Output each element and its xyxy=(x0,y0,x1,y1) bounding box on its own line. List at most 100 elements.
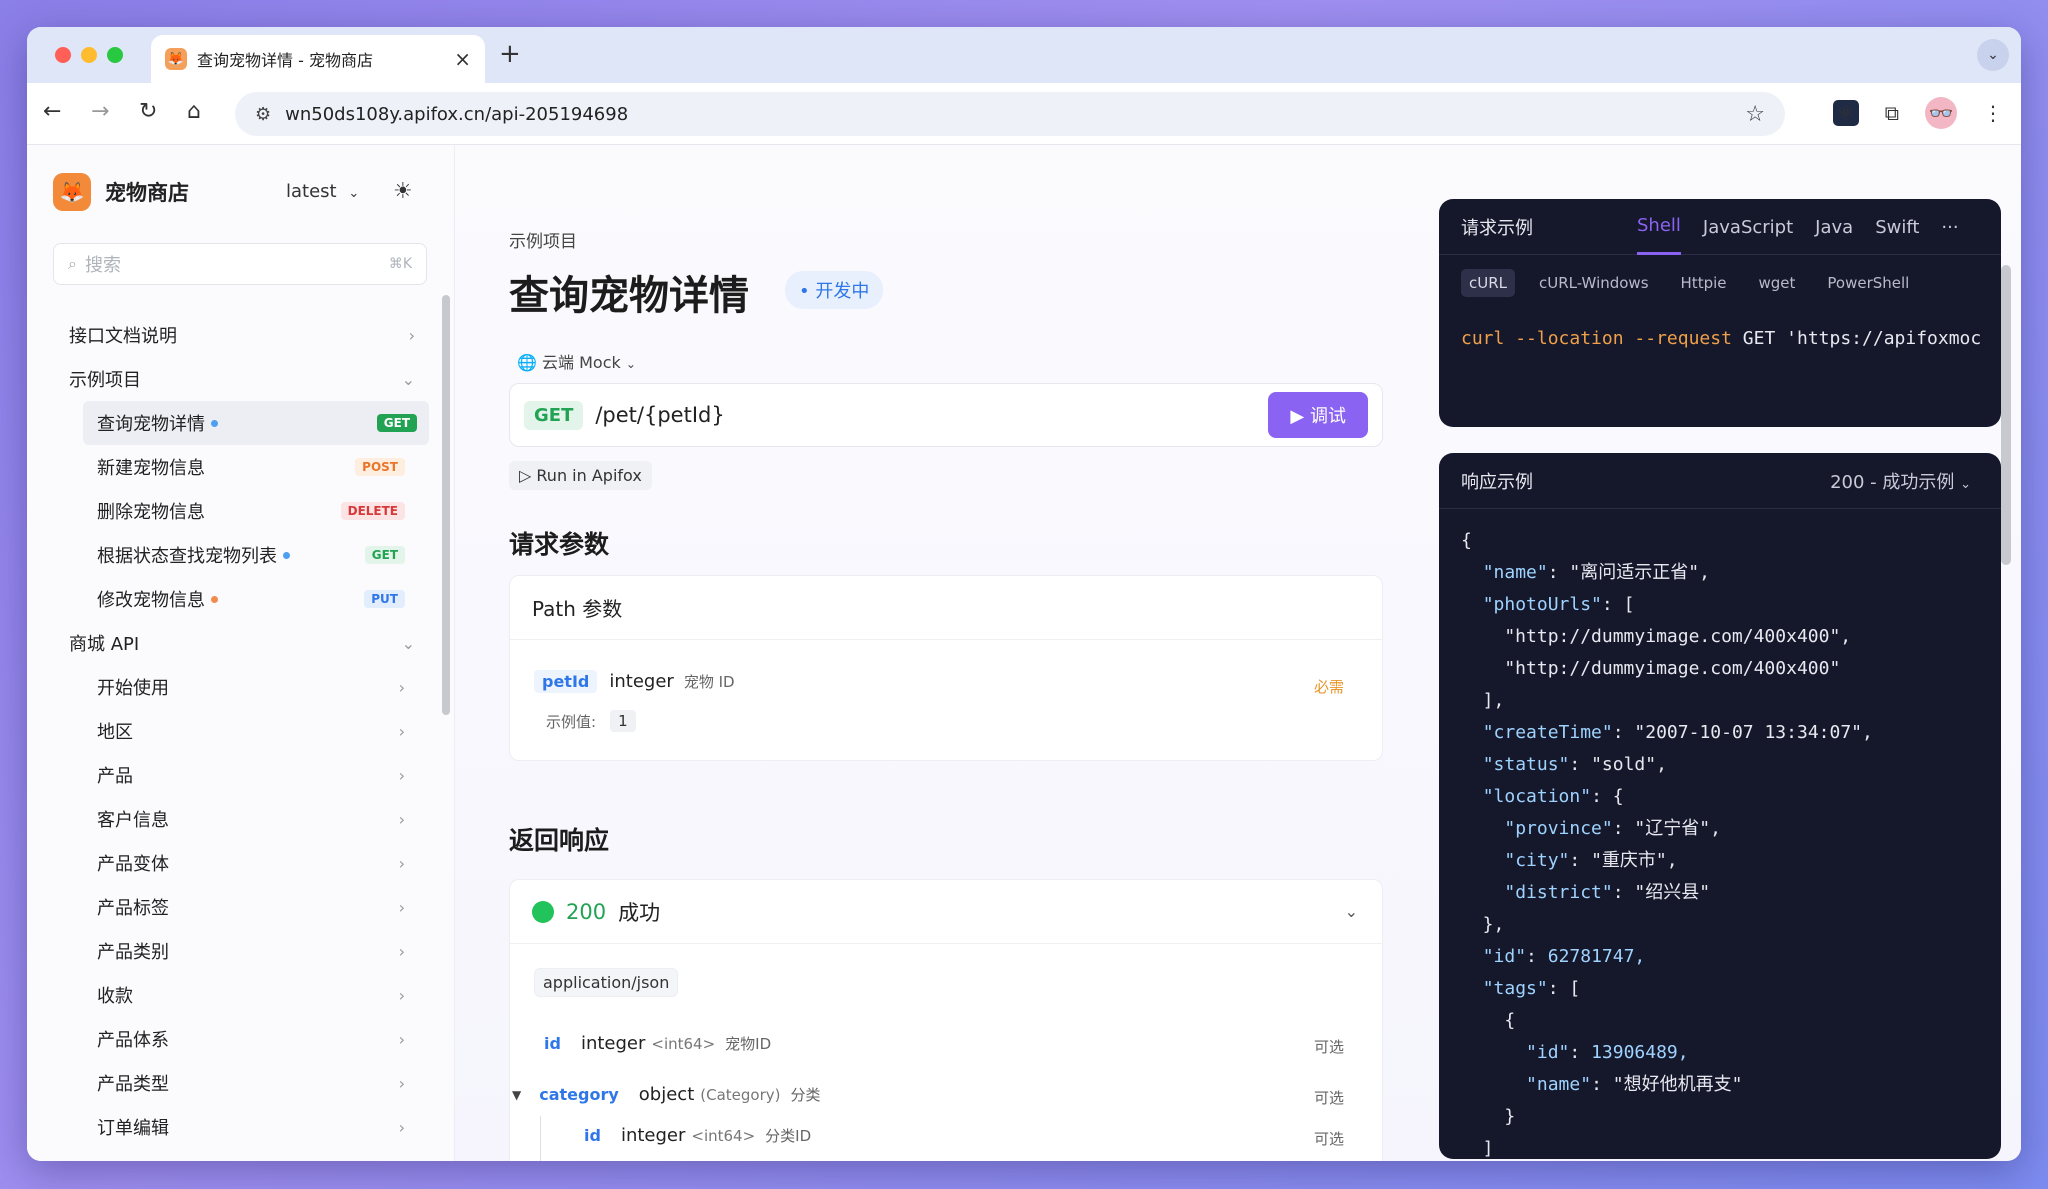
sidebar-item[interactable]: 产品类别 › xyxy=(27,929,455,973)
chevron-right-icon: › xyxy=(398,1117,405,1137)
subtab-wget[interactable]: wget xyxy=(1751,269,1804,297)
tab-shell[interactable]: Shell xyxy=(1637,199,1681,255)
path-params-heading: Path 参数 xyxy=(510,576,1382,640)
puzzle-icon[interactable]: ⧉ xyxy=(1885,101,1899,125)
minimize-window-button[interactable] xyxy=(81,47,97,63)
sidebar-item[interactable]: 收款 › xyxy=(27,973,455,1017)
page-scrollbar[interactable] xyxy=(2001,265,2011,565)
sidebar-item[interactable]: 示例项目 ⌄ xyxy=(27,357,455,401)
subtab-curl[interactable]: cURL xyxy=(1461,269,1516,297)
request-code[interactable]: curl --location --request GET 'https://a… xyxy=(1439,297,2001,355)
json-line: "city": "重庆市", xyxy=(1504,850,1678,871)
star-icon[interactable]: ☆ xyxy=(1745,102,1765,127)
field-row: ▼ category object (Category) 分类 xyxy=(512,1083,821,1106)
example-selector-label: 200 - 成功示例 xyxy=(1830,471,1955,493)
language-tabs: Shell JavaScript Java Swift ··· xyxy=(1637,199,1959,255)
subtab-httpie[interactable]: Httpie xyxy=(1673,269,1735,297)
response-status-header[interactable]: 200 成功 ⌄ xyxy=(510,880,1382,944)
browser-tab[interactable]: 🦊 查询宠物详情 - 宠物商店 × xyxy=(151,35,485,83)
sidebar-item[interactable]: 开始使用 › xyxy=(27,665,455,709)
field-name[interactable]: category xyxy=(531,1083,627,1106)
search-shortcut: ⌘K xyxy=(388,256,412,272)
chevron-down-icon[interactable]: ⌄ xyxy=(1345,902,1358,921)
browser-toolbar: ← → ↻ ⌂ ⚙ wn50ds108y.apifox.cn/api-20519… xyxy=(27,83,2021,145)
sidebar-item-label: 产品 xyxy=(97,766,133,787)
json-line: "tags": [ xyxy=(1482,978,1581,999)
debug-button[interactable]: ▶ 调试 xyxy=(1268,392,1368,438)
status-badge[interactable]: • 开发中 xyxy=(785,271,884,309)
forward-arrow-icon[interactable]: → xyxy=(91,99,109,124)
search-input[interactable]: ⌕ 搜索 ⌘K xyxy=(53,243,427,285)
sidebar-item[interactable]: 商城 API ⌄ xyxy=(27,621,455,665)
json-line: } xyxy=(1461,1106,1516,1127)
address-bar[interactable]: ⚙ wn50ds108y.apifox.cn/api-205194698 ☆ xyxy=(235,92,1785,136)
sidebar-item[interactable]: 修改宠物信息 PUT xyxy=(27,577,455,621)
zoom-window-button[interactable] xyxy=(107,47,123,63)
sidebar-item[interactable]: 产品标签 › xyxy=(27,885,455,929)
sidebar-item[interactable]: 接口文档说明 › xyxy=(27,313,455,357)
sidebar-item[interactable]: 删除宠物信息 DELETE xyxy=(27,489,455,533)
chevron-down-icon[interactable]: ⌄ xyxy=(1977,39,2009,71)
tab-javascript[interactable]: JavaScript xyxy=(1703,199,1793,255)
more-horizontal-icon[interactable]: ··· xyxy=(1941,199,1958,255)
param-required: 必需 xyxy=(1313,678,1344,696)
sidebar-item-label: 产品标签 xyxy=(97,898,169,919)
tab-bar: 🦊 查询宠物详情 - 宠物商店 × + ⌄ xyxy=(27,27,2021,83)
endpoint-bar: GET /pet/{petId} ▶ 调试 xyxy=(509,383,1383,447)
sidebar-item[interactable]: 产品类型 › xyxy=(27,1061,455,1105)
sidebar-item[interactable]: 根据状态查找宠物列表 GET xyxy=(27,533,455,577)
run-in-apifox-button[interactable]: ▷ Run in Apifox xyxy=(509,461,652,490)
json-line: ], xyxy=(1461,690,1505,711)
version-select[interactable]: latest ⌄ xyxy=(286,181,359,202)
tab-java[interactable]: Java xyxy=(1815,199,1853,255)
reload-icon[interactable]: ↻ xyxy=(139,99,157,124)
sidebar-item[interactable]: 产品体系 › xyxy=(27,1017,455,1061)
chevron-right-icon: › xyxy=(398,1073,405,1093)
sidebar-item-label: 产品体系 xyxy=(97,1030,169,1051)
sidebar-item[interactable]: 查询宠物详情 GET xyxy=(83,401,429,445)
example-selector[interactable]: 200 - 成功示例 ⌄ xyxy=(1830,468,1971,494)
tab-swift[interactable]: Swift xyxy=(1875,199,1919,255)
site-settings-icon[interactable]: ⚙ xyxy=(255,104,271,125)
json-line: "photoUrls": [ xyxy=(1482,594,1635,615)
field-name[interactable]: id xyxy=(536,1032,569,1055)
sidebar-item[interactable]: 客户信息 › xyxy=(27,797,455,841)
sidebar-item[interactable]: 产品变体 › xyxy=(27,841,455,885)
caret-down-icon[interactable]: ▼ xyxy=(512,1088,521,1102)
new-tab-button[interactable]: + xyxy=(499,39,521,69)
param-example: 示例值: 1 xyxy=(546,710,636,732)
env-selector[interactable]: 🌐 云端 Mock ⌄ xyxy=(517,349,636,373)
json-line: "district": "绍兴县" xyxy=(1504,882,1711,903)
globe-icon: 🌐 xyxy=(517,353,537,372)
more-vertical-icon[interactable]: ⋮ xyxy=(1983,101,2003,125)
subtab-curl-windows[interactable]: cURL-Windows xyxy=(1531,269,1657,297)
subtab-powershell[interactable]: PowerShell xyxy=(1819,269,1917,297)
sidebar-item[interactable]: 新建宠物信息 POST xyxy=(27,445,455,489)
chevron-right-icon: › xyxy=(398,985,405,1005)
json-line: "createTime": "2007-10-07 13:34:07", xyxy=(1482,722,1873,743)
sidebar-item[interactable]: 订单编辑 › xyxy=(27,1105,455,1149)
examples-column: 请求示例 Shell JavaScript Java Swift ··· cURL cUR… xyxy=(1439,145,2021,1161)
client-subtabs: cURL cURL-Windows Httpie wget PowerShell xyxy=(1439,255,2001,297)
version-label: latest xyxy=(286,181,337,202)
brand[interactable]: 🦊 宠物商店 xyxy=(53,173,189,211)
breadcrumb[interactable]: 示例项目 xyxy=(509,227,577,252)
field-name[interactable]: id xyxy=(576,1124,609,1147)
param-name[interactable]: petId xyxy=(534,670,598,693)
close-window-button[interactable] xyxy=(55,47,71,63)
response-json[interactable]: { "name": "离问适示正省", "photoUrls": [ "http… xyxy=(1439,509,2001,1159)
home-icon[interactable]: ⌂ xyxy=(187,99,201,124)
fox-logo-icon: 🦊 xyxy=(53,173,91,211)
theme-toggle-sun-icon[interactable]: ☀ xyxy=(393,179,413,204)
url-text[interactable]: wn50ds108y.apifox.cn/api-205194698 xyxy=(285,104,1745,125)
react-extension-icon[interactable]: ⚛ xyxy=(1832,100,1859,126)
close-icon[interactable]: × xyxy=(454,47,471,71)
endpoint-path[interactable]: /pet/{petId} xyxy=(595,403,1268,427)
method-badge: GET xyxy=(376,414,417,432)
json-line: ] xyxy=(1461,1138,1494,1159)
sidebar-item[interactable]: 地区 › xyxy=(27,709,455,753)
sidebar-item[interactable]: 产品 › xyxy=(27,753,455,797)
sidebar-menu: 接口文档说明 › 示例项目 ⌄ 查询宠物详情 GET 新建宠物信息 POST 删除宠物信息 DEL… xyxy=(27,313,455,1149)
profile-avatar[interactable]: 👓 xyxy=(1925,97,1957,129)
back-arrow-icon[interactable]: ← xyxy=(43,99,61,124)
